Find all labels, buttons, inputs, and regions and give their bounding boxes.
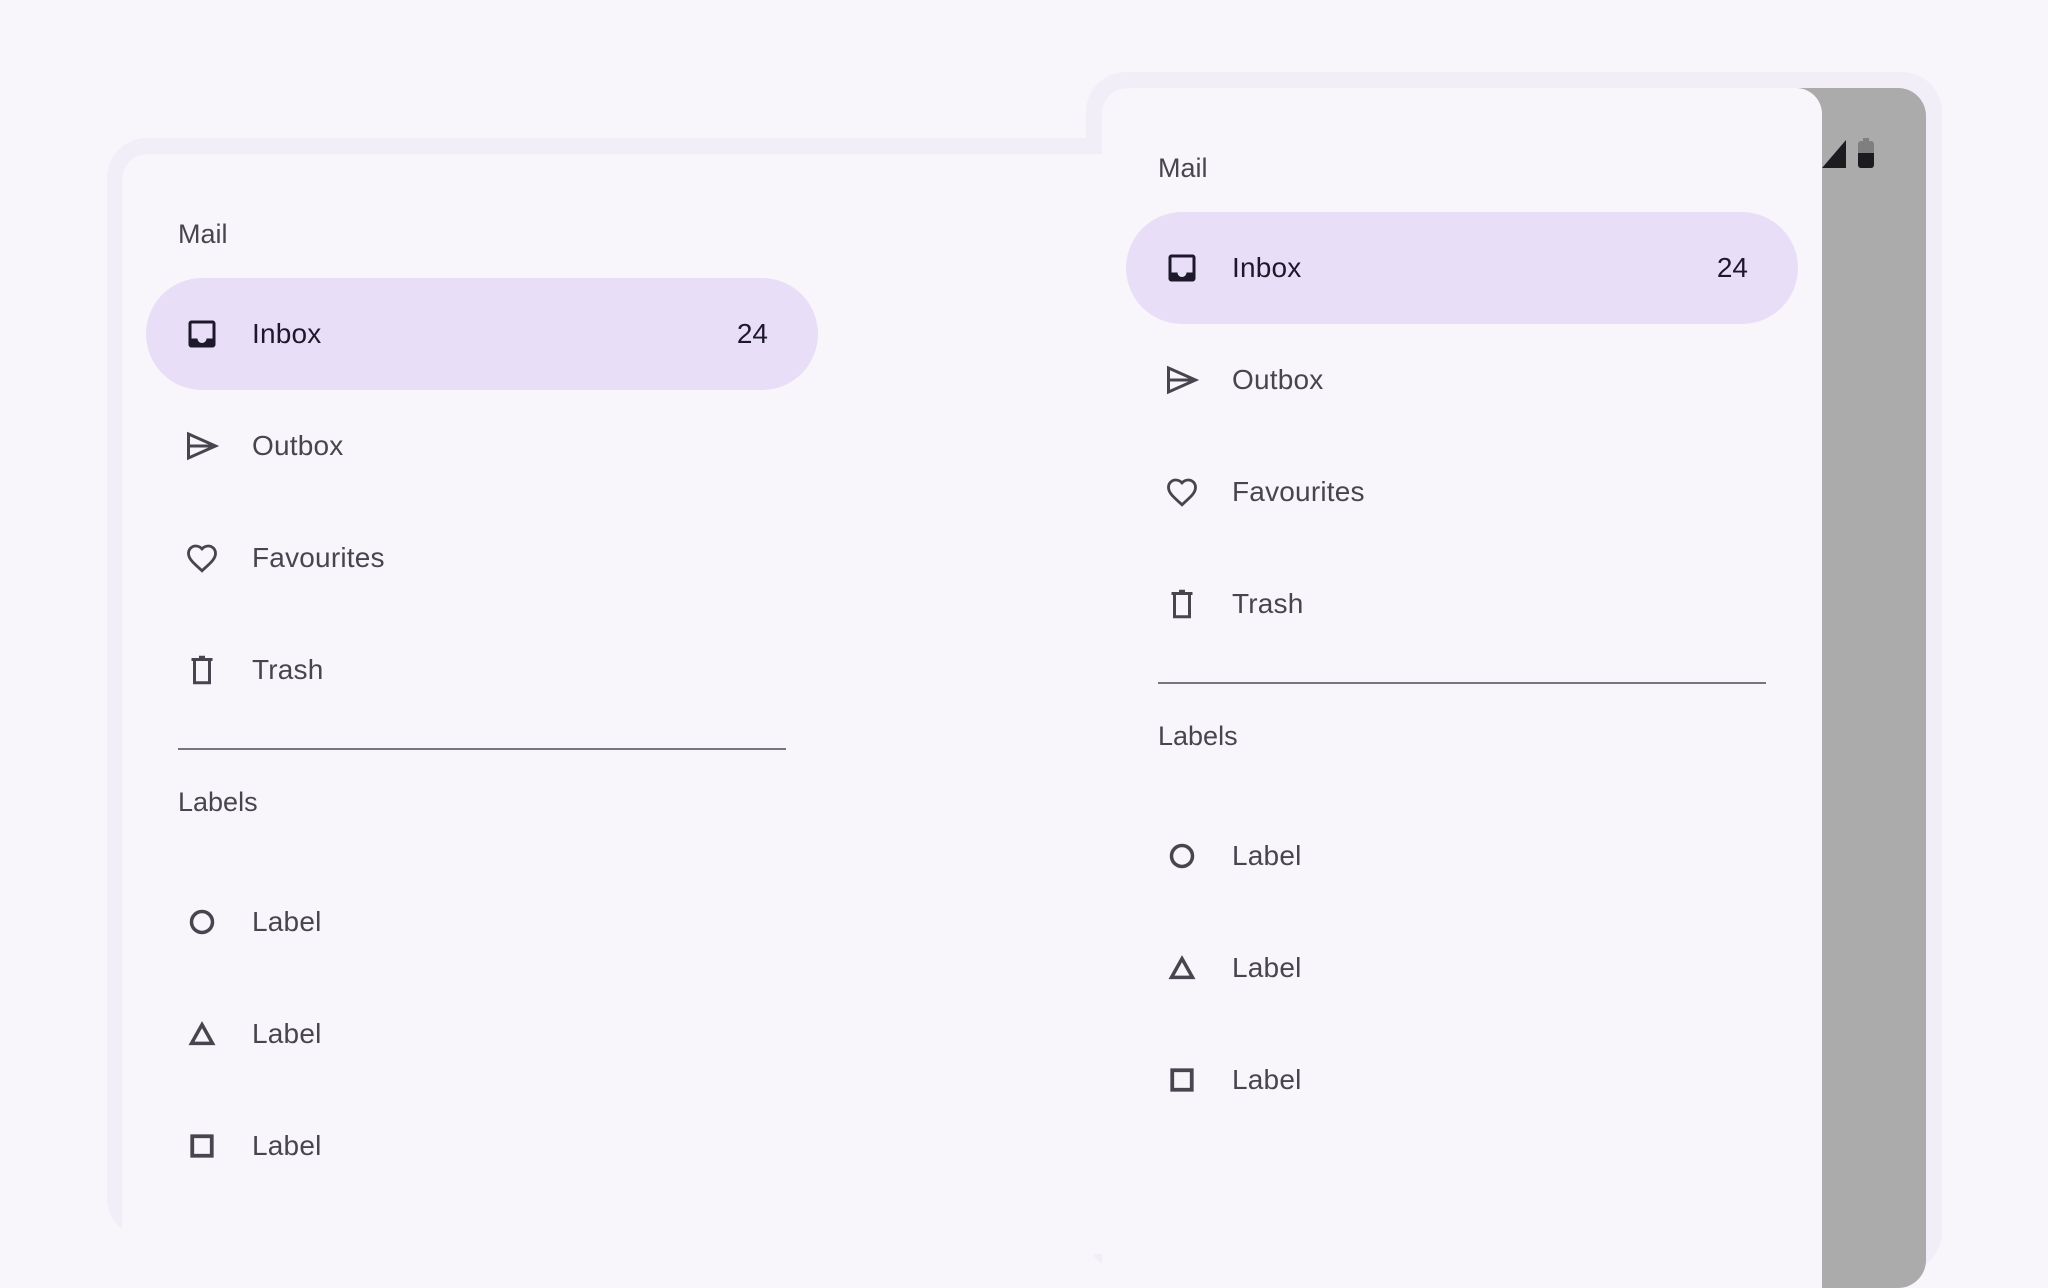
drawer-item-outbox[interactable]: Outbox xyxy=(146,390,818,502)
drawer-item-favourites[interactable]: Favourites xyxy=(1126,436,1798,548)
heart-icon xyxy=(1164,474,1200,510)
section-divider xyxy=(178,748,786,750)
drawer-item-label: Outbox xyxy=(252,430,344,461)
inbox-icon xyxy=(1164,250,1200,286)
drawer-item-label: Label xyxy=(1232,952,1302,983)
trash-icon xyxy=(1164,586,1200,622)
drawer-item-label-square[interactable]: Label xyxy=(146,1090,818,1202)
cellular-signal-icon xyxy=(1822,140,1846,168)
mail-section-header: Mail xyxy=(178,219,228,249)
drawer-item-label-triangle[interactable]: Label xyxy=(1126,912,1798,1024)
triangle-icon xyxy=(1164,950,1200,986)
mail-section-header: Mail xyxy=(1158,153,1208,183)
drawer-item-inbox[interactable]: Inbox 24 xyxy=(1126,212,1798,324)
section-divider xyxy=(1158,682,1766,684)
drawer-item-label: Label xyxy=(1232,1064,1302,1095)
labels-section-header: Labels xyxy=(178,787,258,817)
drawer-item-label: Trash xyxy=(1232,588,1304,619)
battery-icon xyxy=(1858,138,1874,168)
drawer-item-label-square[interactable]: Label xyxy=(1126,1024,1798,1136)
drawer-item-label-triangle[interactable]: Label xyxy=(146,978,818,1090)
send-icon xyxy=(1164,362,1200,398)
trash-icon xyxy=(184,652,220,688)
drawer-item-label: Label xyxy=(252,1130,322,1161)
modal-navigation-drawer: Mail Inbox 24 Outbox Favourites Trash La… xyxy=(1126,124,1798,1136)
drawer-item-inbox[interactable]: Inbox 24 xyxy=(146,278,818,390)
drawer-item-label: Favourites xyxy=(1232,476,1365,507)
square-icon xyxy=(184,1128,220,1164)
triangle-icon xyxy=(184,1016,220,1052)
square-icon xyxy=(1164,1062,1200,1098)
drawer-item-trash[interactable]: Trash xyxy=(146,614,818,726)
circle-icon xyxy=(184,904,220,940)
drawer-item-label: Favourites xyxy=(252,542,385,573)
drawer-item-trash[interactable]: Trash xyxy=(1126,548,1798,660)
unread-count-badge: 24 xyxy=(1716,252,1748,283)
circle-icon xyxy=(1164,838,1200,874)
drawer-item-favourites[interactable]: Favourites xyxy=(146,502,818,614)
drawer-item-label: Trash xyxy=(252,654,324,685)
drawer-item-label-circle[interactable]: Label xyxy=(146,866,818,978)
drawer-item-label: Label xyxy=(252,906,322,937)
send-icon xyxy=(184,428,220,464)
drawer-item-label-circle[interactable]: Label xyxy=(1126,800,1798,912)
drawer-item-label: Label xyxy=(1232,840,1302,871)
drawer-item-label: Inbox xyxy=(1232,252,1302,283)
unread-count-badge: 24 xyxy=(736,318,768,349)
standard-navigation-drawer: Mail Inbox 24 Outbox Favourites Trash La… xyxy=(146,190,818,1202)
drawer-item-label: Label xyxy=(252,1018,322,1049)
drawer-item-label: Outbox xyxy=(1232,364,1324,395)
drawer-item-label: Inbox xyxy=(252,318,322,349)
heart-icon xyxy=(184,540,220,576)
drawer-item-outbox[interactable]: Outbox xyxy=(1126,324,1798,436)
inbox-icon xyxy=(184,316,220,352)
labels-section-header: Labels xyxy=(1158,721,1238,751)
status-bar xyxy=(1822,138,1874,168)
